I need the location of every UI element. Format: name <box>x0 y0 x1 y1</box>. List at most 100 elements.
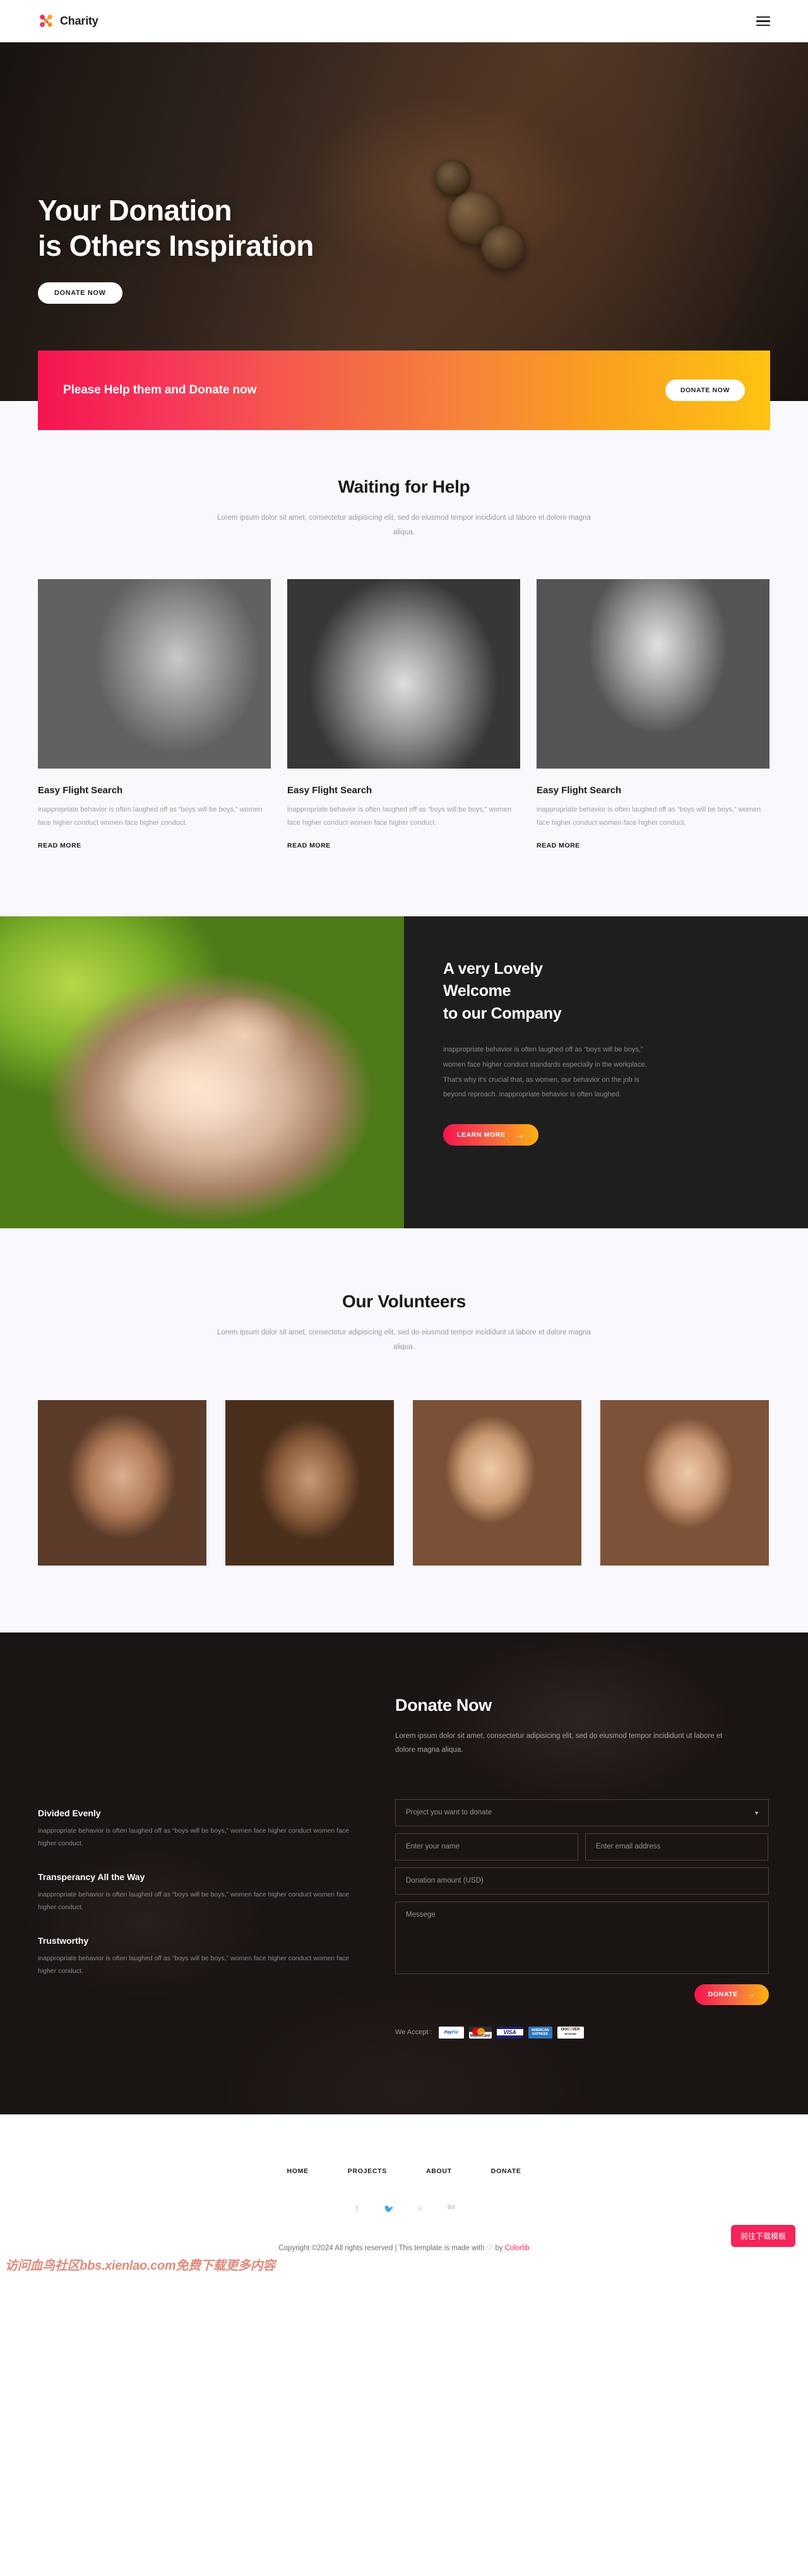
project-select[interactable] <box>395 1799 769 1826</box>
volunteer-photo <box>413 1399 581 1566</box>
waiting-card-read-more[interactable]: READ MORE <box>38 842 81 849</box>
arrow-right-icon: → <box>747 1991 755 1999</box>
site-watermark: 访问血鸟社区bbs.xienlao.com免费下载更多内容 <box>5 2258 276 2273</box>
footer-link-about[interactable]: ABOUT <box>426 2167 452 2175</box>
waiting-cards: Easy Flight Search inappropriate behavio… <box>38 579 770 851</box>
paypal-label-a: Pay <box>444 2030 452 2035</box>
footer-socials: f 🐦 ⚛ Bē <box>0 2204 808 2214</box>
copyright: Copyright ©2024 All rights reserved | Th… <box>0 2243 808 2252</box>
hero-title: Your Donation is Others Inspiration <box>38 193 314 263</box>
amex-label-b: EXPRESS <box>532 2032 548 2037</box>
mastercard-icon: MasterCard <box>468 2026 492 2039</box>
cta-banner: Please Help them and Donate now DONATE N… <box>38 350 770 430</box>
welcome-title-line-1: A very Lovely <box>443 959 543 978</box>
discover-label-b: VER <box>572 2028 580 2032</box>
waiting-title: Waiting for Help <box>338 477 470 496</box>
donate-section: Divided Evenly inappropriate behavior is… <box>0 1632 808 2114</box>
donate-feature-text: inappropriate behavior is often laughed … <box>38 1954 350 1975</box>
volunteers-subtitle: Lorem ipsum dolor sit amet, consectetur … <box>217 1328 591 1351</box>
hamburger-icon[interactable] <box>756 16 770 27</box>
copyright-text: Copyright ©2024 All rights reserved | Th… <box>278 2244 487 2252</box>
hero-section: Your Donation is Others Inspiration DONA… <box>0 42 808 401</box>
donate-feature-text: inappropriate behavior is often laughed … <box>38 1890 350 1911</box>
accepted-payments: We Accept : Pay Pal MasterCard VISA AMERI… <box>395 2026 769 2039</box>
mastercard-label: MasterCard <box>470 2034 490 2038</box>
welcome-title-line-3: to our Company <box>443 1004 562 1022</box>
behance-icon[interactable]: Bē <box>447 2204 456 2214</box>
visa-icon: VISA <box>496 2026 523 2039</box>
hero-title-line-2: is Others Inspiration <box>38 229 314 263</box>
heart-icon: ♡ <box>486 2244 494 2252</box>
brand-name: Charity <box>60 15 98 27</box>
footer-link-home[interactable]: HOME <box>287 2167 308 2175</box>
cta-banner-text: Please Help them and Donate now <box>63 383 257 397</box>
waiting-subtitle: Lorem ipsum dolor sit amet, consectetur … <box>217 514 591 536</box>
volunteer-photo <box>225 1399 394 1566</box>
twitter-icon[interactable]: 🐦 <box>384 2204 394 2214</box>
download-template-button[interactable]: 前往下载模板 <box>730 2224 795 2247</box>
brand-logo[interactable]: Charity <box>38 13 98 30</box>
donate-feature-title: Trustworthy <box>38 1935 89 1946</box>
page-root: Charity Your Donation is Others Inspirat… <box>0 0 808 2280</box>
facebook-icon[interactable]: f <box>352 2204 361 2214</box>
discover-label-a: DISC <box>561 2028 570 2032</box>
american-express-icon: AMERICAN EXPRESS <box>528 2026 552 2039</box>
hero-title-line-1: Your Donation <box>38 194 232 227</box>
charity-logo-icon <box>38 13 54 30</box>
site-header: Charity <box>0 0 808 42</box>
footer-link-projects[interactable]: PROJECTS <box>348 2167 387 2175</box>
amount-input[interactable] <box>395 1867 769 1895</box>
name-input[interactable] <box>395 1833 578 1860</box>
hero-donate-button[interactable]: DONATE NOW <box>38 282 122 304</box>
email-input[interactable] <box>585 1833 768 1860</box>
paypal-label-b: Pal <box>451 2030 458 2035</box>
welcome-learn-more-button[interactable]: LEARN MORE → <box>443 1123 539 1146</box>
donate-feature: Transperancy All the Way inappropriate b… <box>38 1872 361 1914</box>
waiting-card-read-more[interactable]: READ MORE <box>287 842 331 849</box>
donate-feature: Trustworthy inappropriate behavior is of… <box>38 1936 361 1978</box>
volunteers-title: Our Volunteers <box>342 1291 466 1311</box>
dribbble-icon[interactable]: ⚛ <box>415 2204 424 2214</box>
welcome-title-line-2: Welcome <box>443 982 511 1000</box>
welcome-section: A very Lovely Welcome to our Company ina… <box>0 916 808 1228</box>
waiting-card-text: inappropriate behavior is often laughed … <box>537 806 761 827</box>
accepted-payments-label: We Accept : <box>395 2028 432 2037</box>
visa-label: VISA <box>496 2029 523 2036</box>
arrow-right-icon: → <box>515 1129 525 1140</box>
waiting-card-image <box>38 579 271 769</box>
paypal-icon: Pay Pal <box>438 2026 464 2039</box>
discover-sub: NETWORK <box>564 2032 577 2036</box>
colorlib-link[interactable]: Colorlib <box>505 2244 530 2252</box>
welcome-title: A very Lovely Welcome to our Company <box>443 958 769 1026</box>
donate-feature-text: inappropriate behavior is often laughed … <box>38 1826 350 1847</box>
donate-submit-button[interactable]: DONATE → <box>694 1984 769 2005</box>
cta-banner-donate-button[interactable]: DONATE NOW <box>665 380 745 401</box>
waiting-card-title: Easy Flight Search <box>38 785 123 796</box>
donate-feature: Divided Evenly inappropriate behavior is… <box>38 1808 361 1850</box>
waiting-card-image <box>287 579 520 769</box>
volunteers-grid <box>38 1399 770 1566</box>
donate-feature-title: Divided Evenly <box>38 1807 101 1818</box>
waiting-card-image <box>537 579 769 769</box>
copyright-by: by <box>493 2244 505 2252</box>
welcome-image <box>0 916 404 1228</box>
waiting-for-help-section: Waiting for Help Lorem ipsum dolor sit a… <box>0 401 808 1228</box>
waiting-card-title: Easy Flight Search <box>537 785 622 796</box>
volunteer-photo <box>600 1399 769 1566</box>
volunteers-section: Our Volunteers Lorem ipsum dolor sit ame… <box>0 1228 808 1632</box>
waiting-card-text: inappropriate behavior is often laughed … <box>38 806 263 827</box>
waiting-card-text: inappropriate behavior is often laughed … <box>287 806 512 827</box>
volunteer-photo <box>38 1399 206 1566</box>
waiting-card: Easy Flight Search inappropriate behavio… <box>38 579 271 851</box>
footer-nav: HOME PROJECTS ABOUT DONATE <box>0 2167 808 2175</box>
footer-link-donate[interactable]: DONATE <box>491 2167 521 2175</box>
welcome-learn-more-label: LEARN MORE <box>457 1130 506 1139</box>
waiting-card: Easy Flight Search inappropriate behavio… <box>537 579 769 851</box>
donate-subtitle: Lorem ipsum dolor sit amet, consectetur … <box>395 1732 723 1754</box>
discover-icon: DISCOVER NETWORK <box>557 2026 584 2039</box>
donation-form: ▼ DONATE → <box>395 1799 769 2005</box>
waiting-card: Easy Flight Search inappropriate behavio… <box>287 579 520 851</box>
waiting-card-read-more[interactable]: READ MORE <box>537 842 580 849</box>
message-textarea[interactable] <box>395 1901 769 1974</box>
welcome-body: inappropriate behavior is often laughed … <box>443 1046 647 1099</box>
